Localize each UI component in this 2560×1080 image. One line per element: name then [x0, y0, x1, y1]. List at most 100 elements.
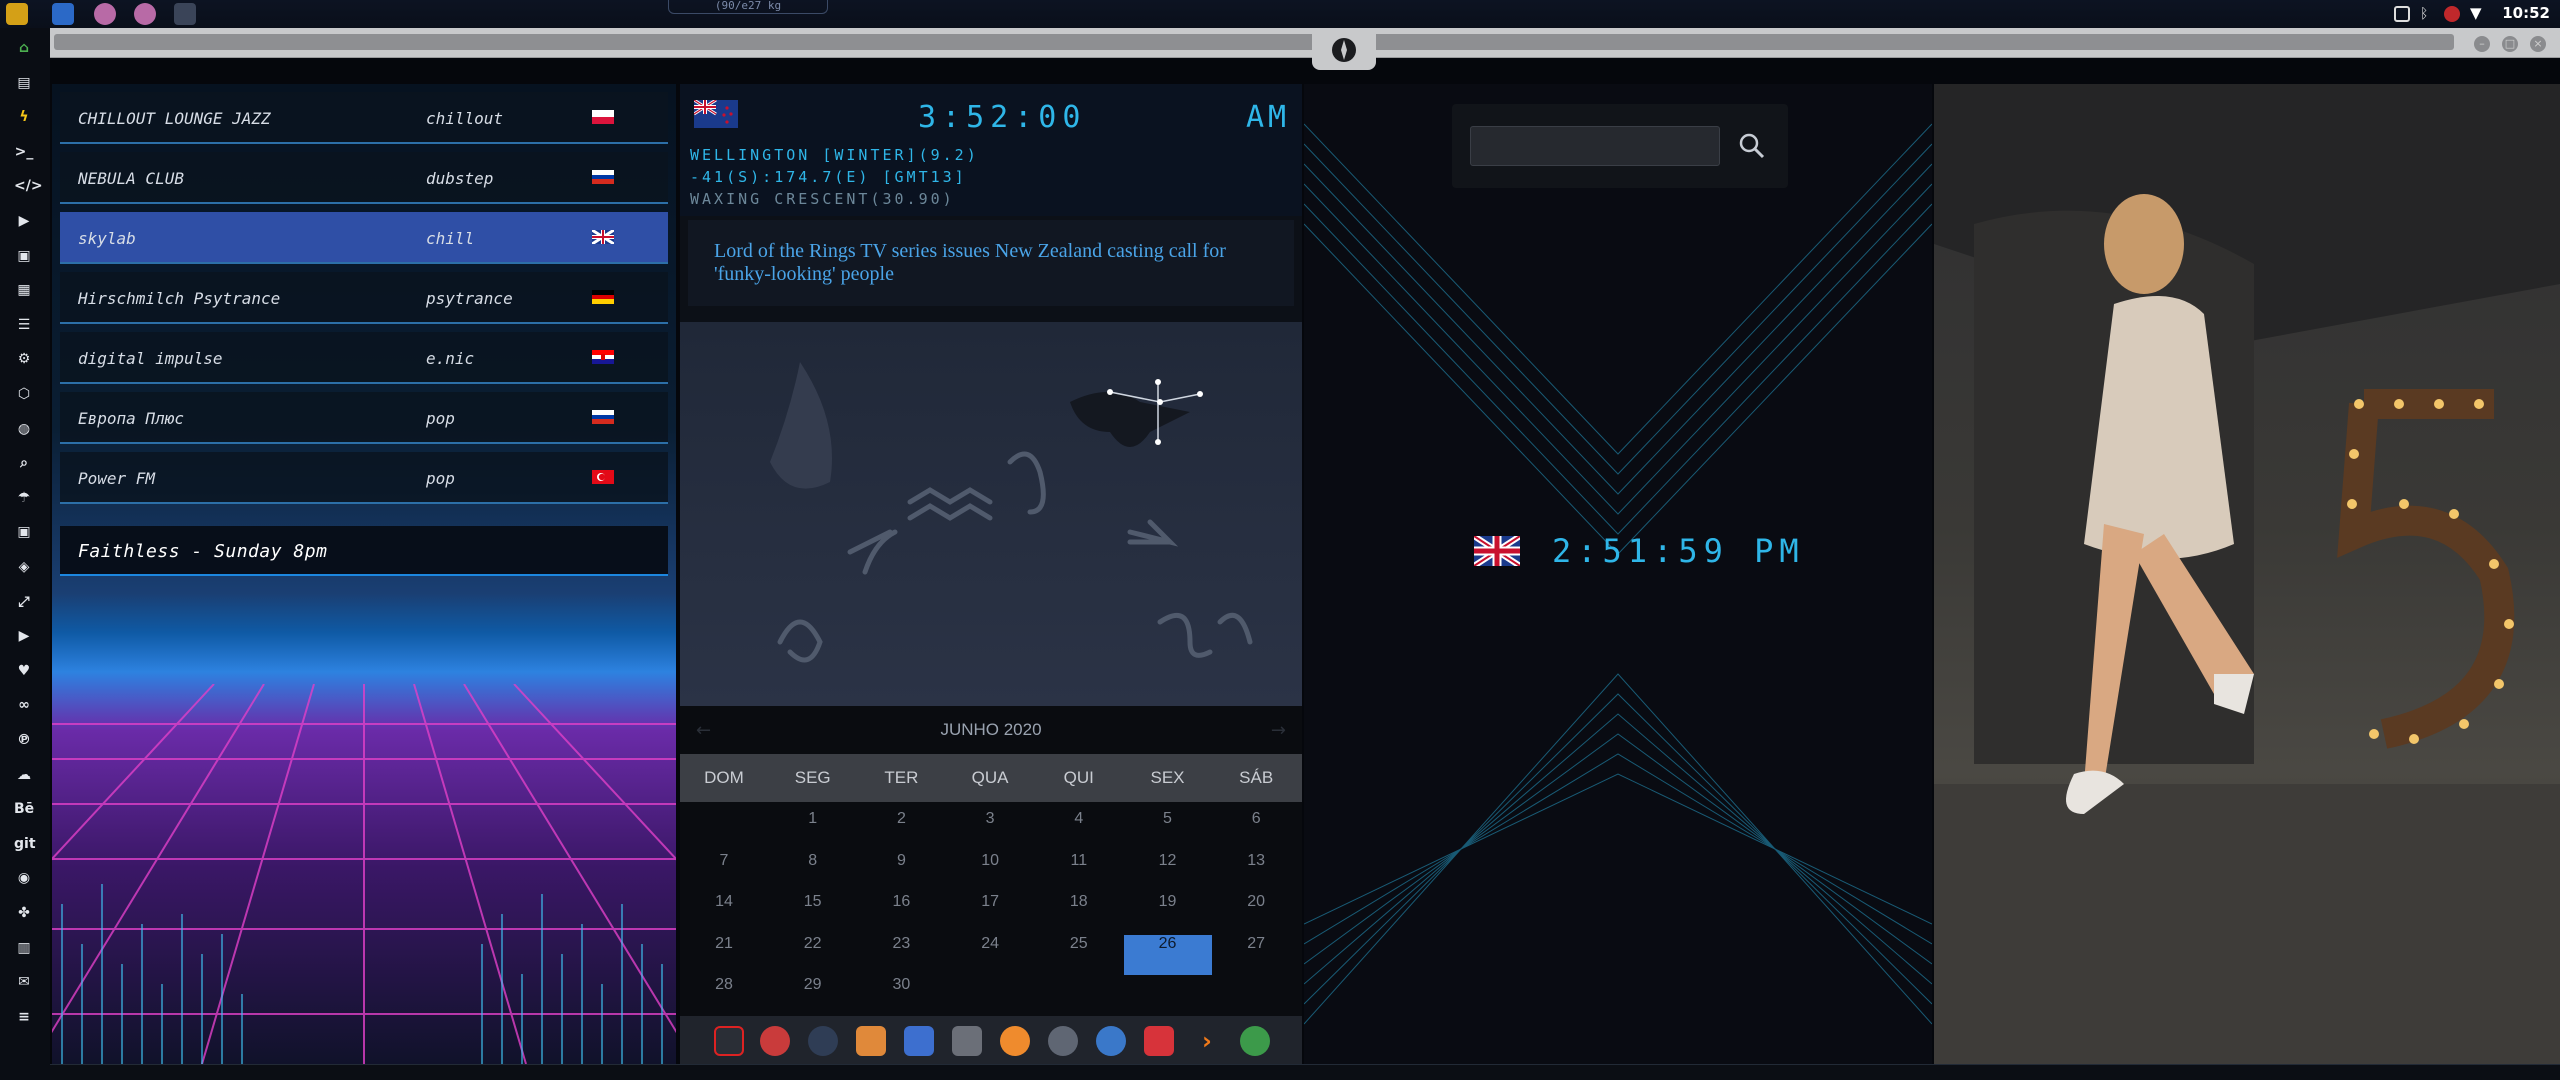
pinterest-icon[interactable]: ℗	[14, 730, 34, 750]
calendar-day[interactable]: 27	[1212, 935, 1300, 975]
pink-app-2-icon[interactable]	[134, 3, 156, 25]
calendar-day[interactable]: 22	[769, 935, 857, 975]
calendar-day[interactable]: 5	[1124, 810, 1212, 850]
video-icon[interactable]: ▣	[14, 246, 34, 266]
calendar-day[interactable]: 23	[857, 935, 945, 975]
app-menu-icon[interactable]	[6, 3, 28, 25]
calendar-day[interactable]: 30	[857, 976, 945, 1016]
calendar-day[interactable]: 7	[680, 852, 768, 892]
calendar-day[interactable]: 15	[769, 893, 857, 933]
fullscreen-icon[interactable]: ⤢	[14, 592, 34, 612]
dock-app-web-icon[interactable]	[1096, 1026, 1126, 1056]
radio-station-row[interactable]: digital impulse e.nic	[60, 332, 668, 384]
calendar-day[interactable]: 13	[1212, 852, 1300, 892]
menu-icon[interactable]: ≡	[14, 1007, 34, 1027]
news-headline[interactable]: Lord of the Rings TV series issues New Z…	[714, 240, 1284, 286]
dock-app-calendar-icon[interactable]	[952, 1026, 982, 1056]
uk-flag-icon	[1474, 536, 1520, 566]
dock-app-arrow-icon[interactable]: ›	[1192, 1026, 1222, 1056]
dock-app-red-icon[interactable]	[714, 1026, 744, 1056]
calendar-day[interactable]: 2	[857, 810, 945, 850]
terminal-icon[interactable]: >_	[14, 142, 34, 162]
behance-icon[interactable]: Bē	[14, 799, 34, 819]
calendar-day[interactable]: 17	[946, 893, 1034, 933]
folder-icon[interactable]	[52, 3, 74, 25]
window-icon[interactable]	[174, 3, 196, 25]
news-icon[interactable]: ☰	[14, 315, 34, 335]
umbrella-icon[interactable]: ☂	[14, 488, 34, 508]
radio-station-row[interactable]: skylab chill	[60, 212, 668, 264]
play-icon[interactable]: ▶	[14, 211, 34, 231]
settings-icon[interactable]: ⚙	[14, 349, 34, 369]
git-icon[interactable]: git	[14, 834, 36, 854]
radio-station-row[interactable]: Power FM pop	[60, 452, 668, 504]
dock-app-search-icon[interactable]	[1000, 1026, 1030, 1056]
calendar-day[interactable]: 10	[946, 852, 1034, 892]
app-dock: ›	[680, 1016, 1302, 1064]
code-icon[interactable]: </>	[14, 176, 43, 196]
puzzle-icon[interactable]: ✤	[14, 903, 34, 923]
calendar-prev-icon[interactable]: ←	[696, 720, 711, 741]
dock-app-clock-icon[interactable]	[1048, 1026, 1078, 1056]
calendar-day[interactable]: 14	[680, 893, 768, 933]
tray-image-icon[interactable]	[2394, 6, 2410, 22]
radio-station-row[interactable]: Hirschmilch Psytrance psytrance	[60, 272, 668, 324]
map-icon[interactable]: ▥	[14, 938, 34, 958]
image-icon[interactable]: ▦	[14, 280, 34, 300]
link-icon[interactable]: ∞	[14, 695, 34, 715]
calendar-day[interactable]: 20	[1212, 893, 1300, 933]
dock-app-date-icon[interactable]	[1144, 1026, 1174, 1056]
youtube-icon[interactable]: ▶	[14, 626, 34, 646]
globe-icon[interactable]: ◍	[14, 419, 34, 439]
radio-station-row[interactable]: CHILLOUT LOUNGE JAZZ chillout	[60, 92, 668, 144]
network-icon[interactable]: ⬡	[14, 384, 34, 404]
dock-app-translate-icon[interactable]	[904, 1026, 934, 1056]
calendar-day[interactable]: 12	[1124, 852, 1212, 892]
dock-app-image-icon[interactable]	[856, 1026, 886, 1056]
cloud-icon[interactable]: ☁	[14, 765, 34, 785]
calendar-day[interactable]: 28	[680, 976, 768, 1016]
mail-icon[interactable]: ✉	[14, 972, 34, 992]
search-input[interactable]	[1470, 126, 1720, 166]
dock-app-timer-icon[interactable]	[760, 1026, 790, 1056]
maximize-button[interactable]: □	[2502, 36, 2518, 52]
calendar-day[interactable]: 4	[1035, 810, 1123, 850]
home-icon[interactable]: ⌂	[14, 38, 34, 58]
wifi-icon[interactable]: ▼	[2470, 6, 2486, 22]
calendar-day[interactable]: 18	[1035, 893, 1123, 933]
calendar-day[interactable]: 25	[1035, 935, 1123, 975]
heart-icon[interactable]: ♥	[14, 661, 34, 681]
news-headline-box[interactable]: Lord of the Rings TV series issues New Z…	[688, 220, 1294, 306]
tags-icon[interactable]: ◈	[14, 557, 34, 577]
bluetooth-icon[interactable]: ᛒ	[2420, 6, 2436, 22]
radio-station-row[interactable]: NEBULA CLUB dubstep	[60, 152, 668, 204]
calendar-day[interactable]: 9	[857, 852, 945, 892]
search-icon[interactable]: ⌕	[14, 453, 34, 473]
croatia-flag-icon	[592, 350, 614, 364]
calendar-day[interactable]: 21	[680, 935, 768, 975]
minimize-button[interactable]: –	[2474, 36, 2490, 52]
dock-app-globe-icon[interactable]	[808, 1026, 838, 1056]
calendar-day[interactable]: 8	[769, 852, 857, 892]
github-icon[interactable]: ◉	[14, 868, 34, 888]
calendar-day[interactable]: 11	[1035, 852, 1123, 892]
calendar-day[interactable]: 29	[769, 976, 857, 1016]
calendar-day[interactable]: 19	[1124, 893, 1212, 933]
calendar-day[interactable]: 6	[1212, 810, 1300, 850]
pink-app-icon[interactable]	[94, 3, 116, 25]
calendar-day[interactable]: 16	[857, 893, 945, 933]
radio-station-row[interactable]: Европа Плюс pop	[60, 392, 668, 444]
contacts-icon[interactable]: ▣	[14, 522, 34, 542]
dock-app-yandex-icon[interactable]	[1240, 1026, 1270, 1056]
calendar-today[interactable]: 26	[1123, 934, 1212, 975]
close-button[interactable]: ×	[2530, 36, 2546, 52]
calendar-day[interactable]: 3	[946, 810, 1034, 850]
calendar-day[interactable]: 24	[946, 935, 1034, 975]
document-icon[interactable]: ▤	[14, 73, 34, 93]
alert-icon[interactable]	[2444, 6, 2460, 22]
calendar-day[interactable]: 1	[769, 810, 857, 850]
search-icon[interactable]	[1736, 130, 1768, 162]
calendar-next-icon[interactable]: →	[1271, 720, 1286, 741]
system-clock[interactable]: 10:52	[2502, 4, 2550, 22]
bolt-icon[interactable]: ϟ	[14, 107, 34, 127]
